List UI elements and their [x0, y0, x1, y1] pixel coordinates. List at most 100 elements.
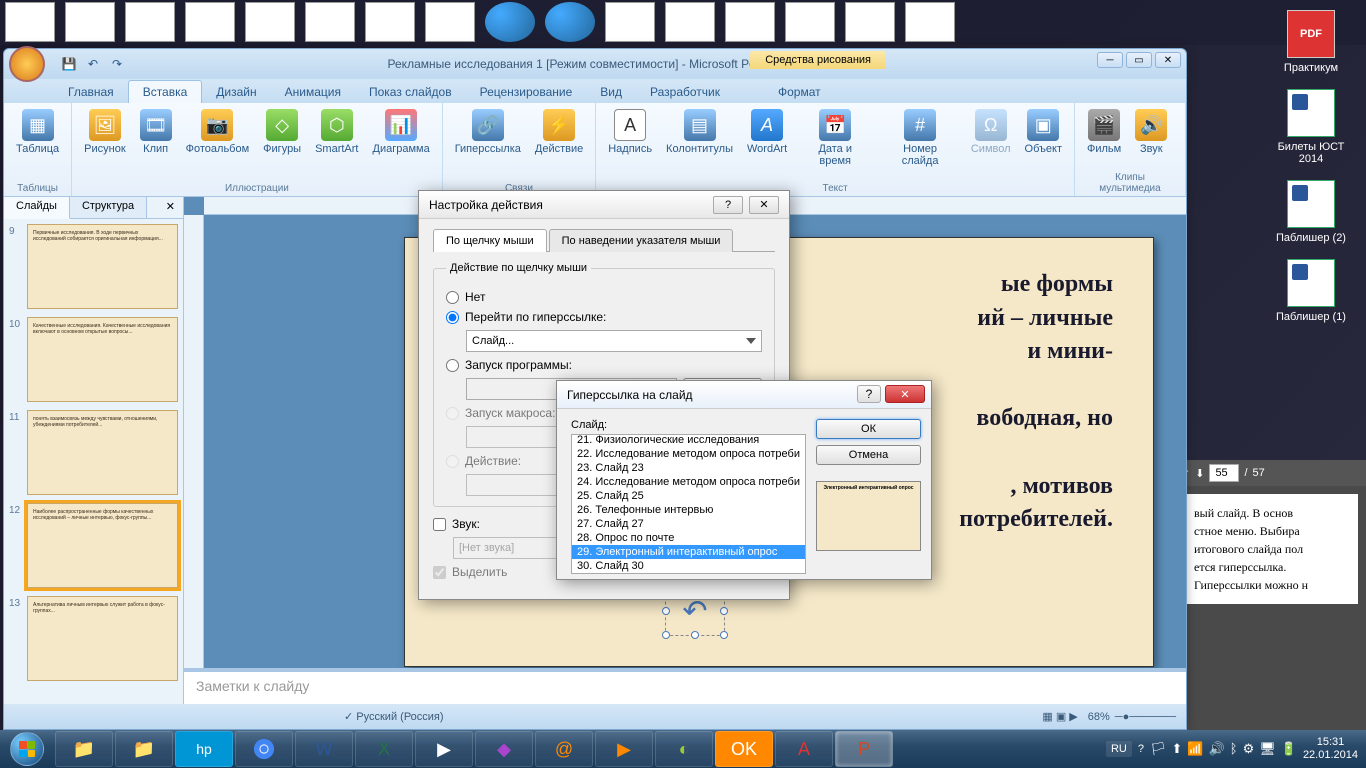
tray-icon[interactable]: 🖥: [1259, 741, 1276, 757]
start-button[interactable]: [0, 730, 54, 768]
resize-handle[interactable]: [720, 631, 728, 639]
view-buttons[interactable]: ▦ ▣ ▶: [1042, 710, 1077, 723]
tab-review[interactable]: Рецензирование: [466, 81, 587, 103]
save-icon[interactable]: 💾: [59, 54, 79, 74]
tab-slideshow[interactable]: Показ слайдов: [355, 81, 466, 103]
maximize-button[interactable]: ▭: [1126, 52, 1152, 68]
top-thumb[interactable]: [65, 2, 115, 42]
task-app[interactable]: ▶: [415, 731, 473, 767]
task-word[interactable]: W: [295, 731, 353, 767]
slide-list-item[interactable]: 28. Опрос по почте: [572, 531, 805, 545]
undo-icon[interactable]: ↶: [83, 54, 103, 74]
slide-list-item[interactable]: 26. Телефонные интервью: [572, 503, 805, 517]
notes-pane[interactable]: Заметки к слайду: [184, 668, 1186, 704]
network-icon[interactable]: 📶: [1187, 741, 1203, 757]
vertical-ruler[interactable]: [184, 215, 204, 704]
tray-help-icon[interactable]: ?: [1138, 743, 1144, 755]
task-app[interactable]: ◐: [655, 731, 713, 767]
table-button[interactable]: ▦Таблица: [12, 107, 63, 157]
pdf-page-input[interactable]: [1209, 464, 1239, 482]
zoom-slider[interactable]: ─●──────: [1115, 711, 1176, 723]
top-thumb[interactable]: [305, 2, 355, 42]
task-hp[interactable]: hp: [175, 731, 233, 767]
slide-list-item[interactable]: 27. Слайд 27: [572, 517, 805, 531]
close-button[interactable]: ✕: [1155, 52, 1181, 68]
top-thumb[interactable]: [245, 2, 295, 42]
top-thumb[interactable]: [845, 2, 895, 42]
movie-button[interactable]: 🎬Фильм: [1083, 107, 1125, 157]
task-app[interactable]: OK: [715, 731, 773, 767]
top-thumb[interactable]: [605, 2, 655, 42]
pdf-reader-window[interactable]: ⬆ ⬇ / 57 вый слайд. В основ стное меню. …: [1176, 460, 1366, 735]
shapes-button[interactable]: ◇Фигуры: [259, 107, 305, 157]
help-button[interactable]: ?: [857, 385, 881, 403]
tab-mouseclick[interactable]: По щелчку мыши: [433, 229, 547, 252]
clock[interactable]: 15:31 22.01.2014: [1303, 736, 1358, 762]
desktop-icon-word[interactable]: Паблишер (1): [1266, 259, 1356, 323]
close-button[interactable]: ✕: [885, 385, 925, 403]
sound-button[interactable]: 🔊Звук: [1131, 107, 1171, 157]
slide-thumbnails[interactable]: 9Первичные исследования. В ходе первичны…: [4, 219, 183, 704]
cancel-button[interactable]: Отмена: [816, 445, 921, 465]
tab-view[interactable]: Вид: [586, 81, 636, 103]
resize-handle[interactable]: [662, 607, 670, 615]
radio-none[interactable]: [446, 291, 459, 304]
top-thumb[interactable]: [125, 2, 175, 42]
slide-thumb[interactable]: 9Первичные исследования. В ходе первичны…: [9, 224, 178, 309]
pdf-nav-icon[interactable]: ⬇: [1195, 467, 1204, 480]
slide-list-item[interactable]: 25. Слайд 25: [572, 489, 805, 503]
redo-icon[interactable]: ↷: [107, 54, 127, 74]
desktop-icon-pdf[interactable]: PDF Практикум: [1266, 10, 1356, 74]
resize-handle[interactable]: [662, 631, 670, 639]
top-thumb[interactable]: [425, 2, 475, 42]
task-mail[interactable]: @: [535, 731, 593, 767]
clip-button[interactable]: 🎞Клип: [136, 107, 176, 157]
slide-list-item[interactable]: 22. Исследование методом опроса потреби: [572, 447, 805, 461]
task-media[interactable]: ▶: [595, 731, 653, 767]
symbol-button[interactable]: ΩСимвол: [967, 107, 1015, 157]
headerfooter-button[interactable]: ▤Колонтитулы: [662, 107, 737, 157]
radio-program[interactable]: [446, 359, 459, 372]
language-indicator[interactable]: RU: [1106, 741, 1132, 757]
slidenumber-button[interactable]: #Номер слайда: [879, 107, 961, 169]
panel-close-icon[interactable]: ✕: [158, 197, 183, 218]
chart-button[interactable]: 📊Диаграмма: [369, 107, 434, 157]
task-chrome[interactable]: [235, 731, 293, 767]
bluetooth-icon[interactable]: ᛒ: [1230, 741, 1238, 757]
slide-list[interactable]: 21. Физиологические исследования22. Иссл…: [571, 434, 806, 574]
datetime-button[interactable]: 📅Дата и время: [797, 107, 873, 169]
office-button[interactable]: [9, 46, 45, 82]
task-adobe[interactable]: A: [775, 731, 833, 767]
tab-design[interactable]: Дизайн: [202, 81, 270, 103]
tray-icon[interactable]: ⚙: [1243, 741, 1255, 757]
textbox-button[interactable]: AНадпись: [604, 107, 656, 157]
top-thumb[interactable]: [905, 2, 955, 42]
top-thumb[interactable]: [5, 2, 55, 42]
slide-list-item[interactable]: 24. Исследование методом опроса потреби: [572, 475, 805, 489]
volume-icon[interactable]: 🔊: [1209, 741, 1225, 757]
battery-icon[interactable]: 🔋: [1281, 741, 1297, 757]
slide-thumb[interactable]: 10Качественные исследования. Качественны…: [9, 317, 178, 402]
smartart-button[interactable]: ⬡SmartArt: [311, 107, 362, 157]
resize-handle[interactable]: [691, 631, 699, 639]
task-explorer[interactable]: 📁: [55, 731, 113, 767]
tab-home[interactable]: Главная: [54, 81, 128, 103]
tray-icons[interactable]: 🏳 ⬆ 📶 🔊 ᛒ ⚙ 🖥 🔋: [1150, 741, 1297, 757]
slide-list-item[interactable]: 30. Слайд 30: [572, 559, 805, 573]
resize-handle[interactable]: [720, 607, 728, 615]
slide-thumb-selected[interactable]: 12Наиболее распространенные формы качест…: [9, 503, 178, 588]
slide-list-item[interactable]: 21. Физиологические исследования: [572, 434, 805, 447]
dialog-titlebar[interactable]: Настройка действия ? ✕: [419, 191, 789, 219]
radio-hyperlink[interactable]: [446, 311, 459, 324]
task-explorer[interactable]: 📁: [115, 731, 173, 767]
photoalbum-button[interactable]: 📷Фотоальбом: [182, 107, 254, 157]
close-button[interactable]: ✕: [749, 196, 779, 214]
tab-developer[interactable]: Разработчик: [636, 81, 734, 103]
desktop-icon-word[interactable]: Паблишер (2): [1266, 180, 1356, 244]
tab-mouseover[interactable]: По наведении указателя мыши: [549, 229, 734, 252]
top-thumb[interactable]: [725, 2, 775, 42]
sound-checkbox[interactable]: [433, 518, 446, 531]
tray-icon[interactable]: ⬆: [1171, 741, 1182, 757]
hyperlink-button[interactable]: 🔗Гиперссылка: [451, 107, 525, 157]
status-lang[interactable]: ✓ Русский (Россия): [344, 710, 444, 723]
